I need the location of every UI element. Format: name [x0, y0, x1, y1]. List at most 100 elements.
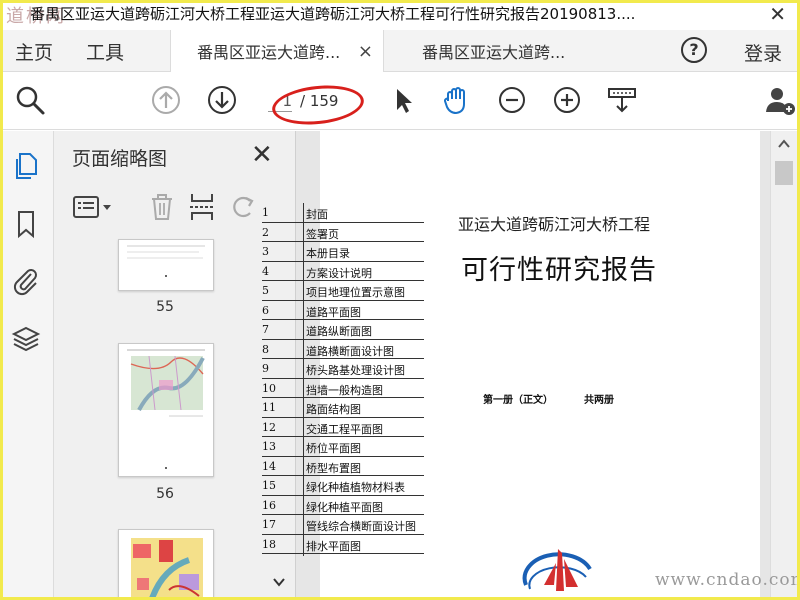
toc-row[interactable]: 17 管线综合横断面设计图: [262, 515, 424, 535]
toc-row[interactable]: 18 排水平面图: [262, 535, 424, 554]
toc-row[interactable]: 5 项目地理位置示意图: [262, 281, 424, 301]
extract-page-icon[interactable]: [188, 192, 216, 222]
tab-document-2[interactable]: 番禺区亚运大道跨...: [384, 30, 584, 72]
chevron-down-icon: [273, 578, 285, 587]
toc-row[interactable]: 8 道路横断面设计图: [262, 340, 424, 359]
thumbnail-image: [127, 245, 205, 277]
tab-bar: 主页 工具 番禺区亚运大道跨... × 番禺区亚运大道跨... ? 登录: [0, 30, 800, 72]
toc-title: 桥型布置图: [306, 461, 361, 475]
toc-row[interactable]: 6 道路平面图: [262, 301, 424, 320]
toc-number: 18: [262, 537, 276, 551]
delete-page-icon[interactable]: [148, 192, 176, 222]
window-close-button[interactable]: ✕: [769, 2, 786, 26]
tab-label: 番禺区亚运大道跨...: [197, 43, 341, 62]
tab-close-button[interactable]: ×: [358, 41, 373, 62]
toc-number: 4: [262, 264, 269, 278]
zoom-in-icon[interactable]: [551, 84, 583, 116]
login-button[interactable]: 登录: [744, 39, 782, 66]
toc-row[interactable]: 4 方案设计说明: [262, 262, 424, 281]
toc-title: 项目地理位置示意图: [306, 286, 405, 299]
toc-row[interactable]: 16 绿化种植平面图: [262, 496, 424, 515]
add-user-icon[interactable]: [764, 84, 796, 116]
thumbnail-page-number: 56: [156, 486, 174, 502]
toc-row[interactable]: 9 桥头路基处理设计图: [262, 359, 424, 379]
zoom-out-icon[interactable]: [496, 84, 528, 116]
toc-row[interactable]: 11 路面结构图: [262, 398, 424, 418]
thumbnail-page[interactable]: [118, 239, 214, 291]
toc-number: 10: [262, 381, 276, 395]
toc-title: 绿化种植植物材料表: [306, 481, 405, 494]
nav-tools[interactable]: 工具: [86, 38, 124, 65]
attachment-icon[interactable]: [11, 266, 41, 296]
thumbnail-image: [127, 349, 205, 469]
window-title: 番禺区亚运大道跨砺江河大桥工程亚运大道跨砺江河大桥工程可行性研究报告201908…: [30, 5, 636, 23]
toc-number: 13: [262, 440, 276, 453]
toc-number: 6: [262, 303, 269, 317]
rotate-page-icon[interactable]: [228, 193, 258, 221]
toc-title: 交通工程平面图: [306, 422, 383, 436]
toc-row[interactable]: 3 本册目录: [262, 242, 424, 262]
toc-title: 排水平面图: [306, 539, 361, 553]
toc-number: 11: [262, 401, 276, 414]
volume-label: 第一册（正文）: [483, 395, 553, 406]
nav-home[interactable]: 主页: [15, 38, 53, 65]
toc-row[interactable]: 14 桥型布置图: [262, 457, 424, 476]
fit-width-icon[interactable]: [606, 84, 638, 116]
toc-title: 道路平面图: [306, 305, 361, 319]
thumbnail-page[interactable]: [118, 529, 214, 597]
toc-row[interactable]: 1 封面: [262, 203, 424, 223]
site-watermark: www.cndao.com: [655, 570, 800, 590]
thumbnail-panel: 页面缩略图 ✕ 55 56: [54, 131, 296, 597]
volume-count: 共两册: [584, 395, 614, 406]
toc-title: 本册目录: [306, 247, 350, 260]
left-rail: [0, 131, 54, 597]
toc-row[interactable]: 13 桥位平面图: [262, 437, 424, 457]
select-cursor-icon[interactable]: [388, 84, 420, 116]
thumbnail-page[interactable]: [118, 343, 214, 477]
scrollbar-thumb[interactable]: [775, 161, 793, 185]
toc-number: 17: [262, 518, 276, 531]
toc-number: 7: [262, 323, 269, 336]
previous-page-icon[interactable]: [150, 84, 182, 116]
tab-document-1[interactable]: 番禺区亚运大道跨... ×: [170, 30, 384, 72]
project-name: 亚运大道跨砺江河大桥工程: [458, 215, 651, 234]
toc-title: 路面结构图: [306, 403, 361, 416]
scroll-up-icon[interactable]: [778, 139, 790, 149]
page-thumbnails-icon[interactable]: [11, 151, 41, 181]
thumbnail-options-icon[interactable]: [72, 194, 114, 220]
layers-icon[interactable]: [11, 324, 41, 354]
toc-row[interactable]: 10 挡墙一般构造图: [262, 379, 424, 398]
toc-number: 8: [262, 342, 269, 356]
toc-title: 道路纵断面图: [306, 325, 372, 338]
thumbnail-panel-title: 页面缩略图: [72, 148, 168, 170]
toc-title: 管线综合横断面设计图: [306, 520, 416, 533]
table-of-contents: 1 封面 2 签署页 3 本册目录 4 方案设计说明 5 项目地理位置示意图 6 道路平面图…: [262, 203, 424, 554]
toc-row[interactable]: 2 签署页: [262, 223, 424, 242]
toc-number: 9: [262, 362, 269, 375]
toc-title: 签署页: [306, 227, 339, 241]
bookmark-icon[interactable]: [11, 209, 41, 239]
search-icon[interactable]: [14, 84, 46, 116]
next-page-icon[interactable]: [206, 84, 238, 116]
toc-column-divider: [303, 203, 304, 556]
company-logo: [522, 549, 592, 591]
toc-title: 挡墙一般构造图: [306, 383, 383, 397]
toc-title: 绿化种植平面图: [306, 500, 383, 514]
thumbnail-image: [131, 538, 203, 597]
toc-row[interactable]: 7 道路纵断面图: [262, 320, 424, 340]
toc-row[interactable]: 12 交通工程平面图: [262, 418, 424, 437]
toc-row[interactable]: 15 绿化种植植物材料表: [262, 476, 424, 496]
toc-number: 15: [262, 479, 276, 492]
vertical-scrollbar[interactable]: [770, 131, 797, 597]
thumbnail-toolbar: [68, 189, 288, 225]
tab-label: 番禺区亚运大道跨...: [422, 43, 566, 62]
thumbnail-scroll-down[interactable]: [268, 576, 290, 596]
toc-number: 12: [262, 420, 276, 434]
toc-title: 道路横断面设计图: [306, 344, 394, 358]
help-icon[interactable]: ?: [681, 37, 707, 63]
toc-number: 14: [262, 459, 276, 473]
hand-tool-icon[interactable]: [440, 84, 472, 116]
thumbnail-panel-close[interactable]: ✕: [251, 140, 273, 170]
toc-title: 封面: [306, 208, 328, 221]
toolbar: / 159: [0, 72, 800, 130]
